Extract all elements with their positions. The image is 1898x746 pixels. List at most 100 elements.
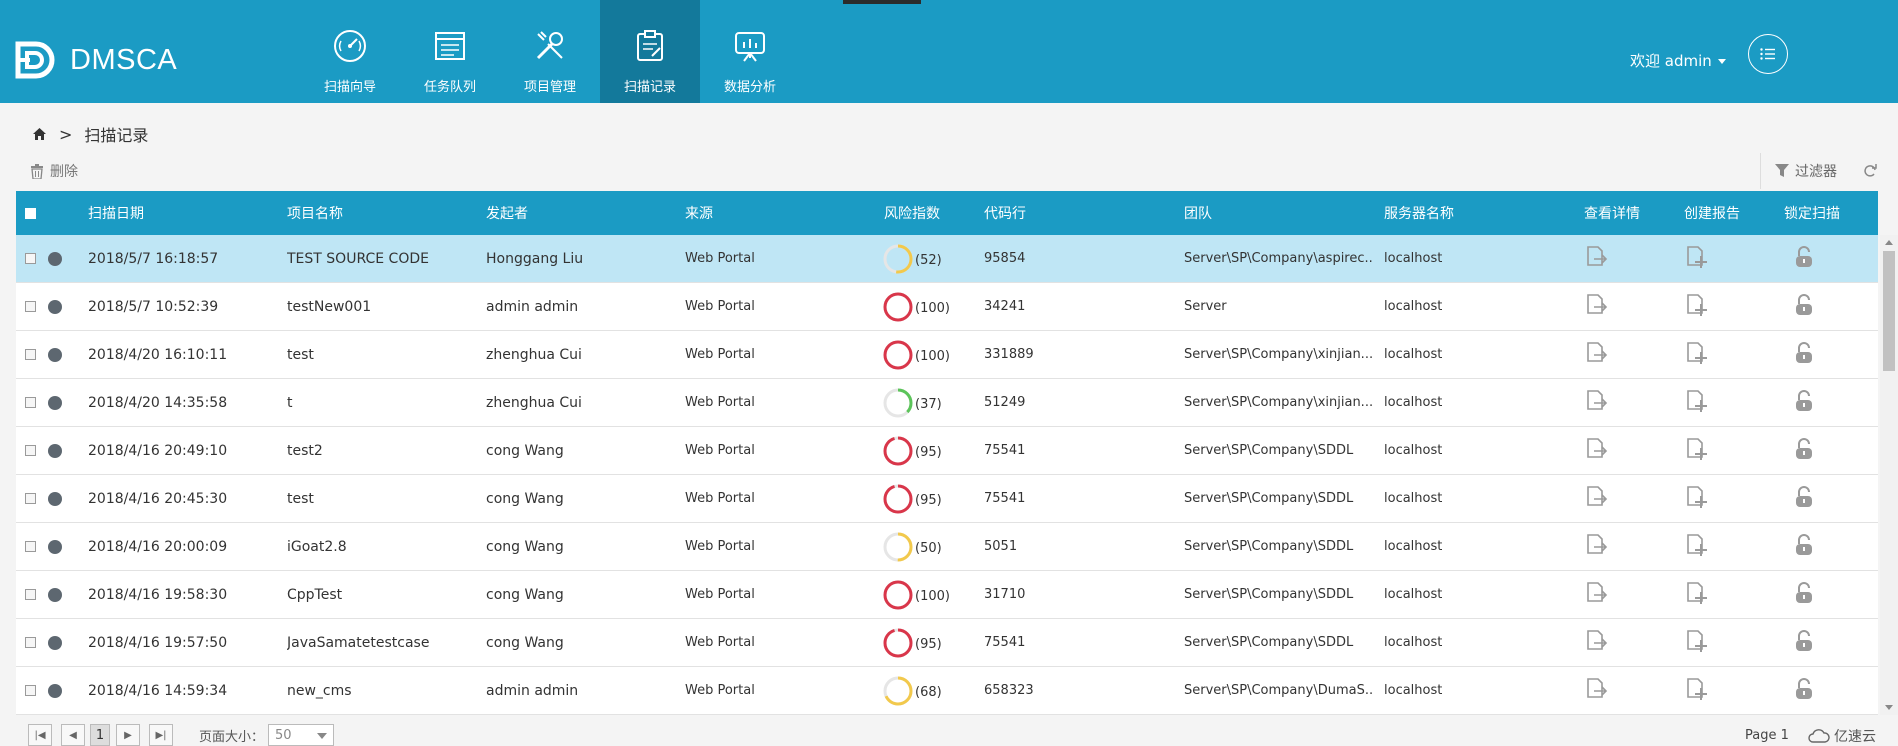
next-page-button[interactable]: ▶ (116, 724, 140, 746)
create-report-button[interactable] (1684, 331, 1708, 378)
clipboard-edit-icon (637, 30, 663, 61)
create-report-button[interactable] (1684, 523, 1708, 570)
nav-scan-wizard[interactable]: 扫描向导 (300, 0, 400, 103)
table-row[interactable]: 2018/4/16 14:59:34 new_cms admin admin Web … (16, 667, 1878, 715)
nav-task-queue[interactable]: 任务队列 (400, 0, 500, 103)
create-report-button[interactable] (1684, 235, 1708, 282)
table-row[interactable]: 2018/4/16 20:00:09 iGoat2.8 cong Wang Web P… (16, 523, 1878, 571)
app-logo[interactable]: DMSCA (14, 38, 177, 82)
lock-scan-button[interactable] (1794, 571, 1814, 618)
column-header[interactable]: 发起者 (486, 191, 528, 235)
lock-scan-button[interactable] (1794, 523, 1814, 570)
column-header: 锁定扫描 (1784, 206, 1840, 222)
create-report-button[interactable] (1684, 427, 1708, 474)
lock-scan-button[interactable] (1794, 331, 1814, 378)
column-header[interactable]: 扫描日期 (88, 191, 144, 235)
lock-scan-button[interactable] (1794, 619, 1814, 666)
lock-scan-button[interactable] (1794, 235, 1814, 282)
refresh-icon[interactable] (1863, 164, 1877, 178)
view-details-button[interactable] (1584, 523, 1608, 570)
lock-scan-button[interactable] (1794, 283, 1814, 330)
select-all-checkbox[interactable] (25, 207, 36, 219)
view-details-button[interactable] (1584, 331, 1608, 378)
risk-ring-icon (883, 676, 913, 705)
prev-page-button[interactable]: ◀ (61, 724, 85, 746)
table-row[interactable]: 2018/5/7 10:52:39 testNew001 admin admin We… (16, 283, 1878, 331)
status-dot-icon (48, 299, 62, 314)
view-details-button[interactable] (1584, 379, 1608, 426)
first-page-button[interactable]: |◀ (28, 724, 52, 746)
row-checkbox[interactable] (25, 493, 36, 504)
nav-scan-records[interactable]: 扫描记录 (600, 0, 700, 103)
row-checkbox[interactable] (25, 685, 36, 696)
view-details-button[interactable] (1584, 427, 1608, 474)
table-row[interactable]: 2018/4/16 20:49:10 test2 cong Wang Web Port… (16, 427, 1878, 475)
create-report-button[interactable] (1684, 619, 1708, 666)
create-report-button[interactable] (1684, 667, 1708, 714)
create-report-button[interactable] (1684, 379, 1708, 426)
source: Web Portal (685, 635, 755, 650)
row-checkbox[interactable] (25, 589, 36, 600)
row-select-cell (25, 571, 36, 618)
lock-scan-button[interactable] (1794, 475, 1814, 522)
column-header[interactable]: 代码行 (984, 191, 1026, 235)
user-menu[interactable]: 欢迎 admin (1630, 50, 1726, 71)
create-report-button[interactable] (1684, 283, 1708, 330)
row-checkbox[interactable] (25, 541, 36, 552)
create-report-button[interactable] (1684, 475, 1708, 522)
view-details-button[interactable] (1584, 235, 1608, 282)
unlock-icon (1794, 581, 1814, 608)
nav-project-management[interactable]: 项目管理 (500, 0, 600, 103)
column-header[interactable]: 来源 (685, 191, 713, 235)
table-row[interactable]: 2018/4/20 16:10:11 test zhenghua Cui Web Po… (16, 331, 1878, 379)
file-add-icon (1684, 245, 1708, 273)
row-checkbox[interactable] (25, 349, 36, 360)
table-row[interactable]: 2018/4/16 19:57:50 JavaSamatetestcase cong… (16, 619, 1878, 667)
list-menu-button[interactable] (1748, 34, 1788, 74)
scan-date: 2018/4/16 14:59:34 (88, 682, 228, 699)
vertical-scrollbar[interactable] (1880, 235, 1898, 715)
home-icon[interactable] (32, 127, 47, 141)
current-page-button[interactable]: 1 (90, 724, 110, 746)
column-header[interactable]: 项目名称 (287, 191, 343, 235)
filter-button[interactable]: 过滤器 (1795, 161, 1837, 181)
row-checkbox[interactable] (25, 397, 36, 408)
page-size-select[interactable]: 50 (268, 724, 334, 746)
column-header[interactable]: 服务器名称 (1384, 191, 1454, 235)
table-row[interactable]: 2018/5/7 16:18:57 TEST SOURCE CODE Honggan… (16, 235, 1878, 283)
view-details-button[interactable] (1584, 619, 1608, 666)
view-details-button[interactable] (1584, 571, 1608, 618)
create-report-button[interactable] (1684, 571, 1708, 618)
row-checkbox[interactable] (25, 301, 36, 312)
scrollbar-thumb[interactable] (1883, 251, 1895, 371)
last-page-button[interactable]: ▶| (149, 724, 173, 746)
row-checkbox[interactable] (25, 637, 36, 648)
lock-scan-button[interactable] (1794, 667, 1814, 714)
delete-button[interactable]: 删除 (30, 161, 78, 181)
table-row[interactable]: 2018/4/16 19:58:30 CppTest cong Wang Web Po… (16, 571, 1878, 619)
scroll-down-arrow-icon[interactable] (1885, 705, 1893, 710)
table-row[interactable]: 2018/4/20 14:35:58 t zhenghua Cui Web Porta… (16, 379, 1878, 427)
filter-icon[interactable] (1775, 164, 1789, 178)
scroll-up-arrow-icon[interactable] (1885, 240, 1893, 245)
view-details-button[interactable] (1584, 283, 1608, 330)
project-name: JavaSamatetestcase (287, 634, 430, 651)
table-row[interactable]: 2018/4/16 20:45:30 test cong Wang Web Porta… (16, 475, 1878, 523)
status-dot-icon (48, 491, 62, 506)
view-details-button[interactable] (1584, 667, 1608, 714)
column-header[interactable]: 团队 (1184, 191, 1212, 235)
team: Server\SP\Company\SDDL (1184, 635, 1354, 650)
view-details-button[interactable] (1584, 475, 1608, 522)
lock-scan-button[interactable] (1794, 379, 1814, 426)
nav-data-analysis[interactable]: 数据分析 (700, 0, 800, 103)
team: Server\SP\Company\SDDL (1184, 539, 1354, 554)
row-checkbox[interactable] (25, 253, 36, 264)
lock-scan-button[interactable] (1794, 427, 1814, 474)
scan-date: 2018/4/20 16:10:11 (88, 346, 228, 363)
risk-ring-icon (883, 388, 913, 417)
status-dot-icon (48, 347, 62, 362)
row-checkbox[interactable] (25, 445, 36, 456)
lines-of-code: 51249 (984, 395, 1026, 410)
column-header[interactable]: 风险指数 (884, 191, 940, 235)
risk-value: (95) (915, 493, 942, 508)
